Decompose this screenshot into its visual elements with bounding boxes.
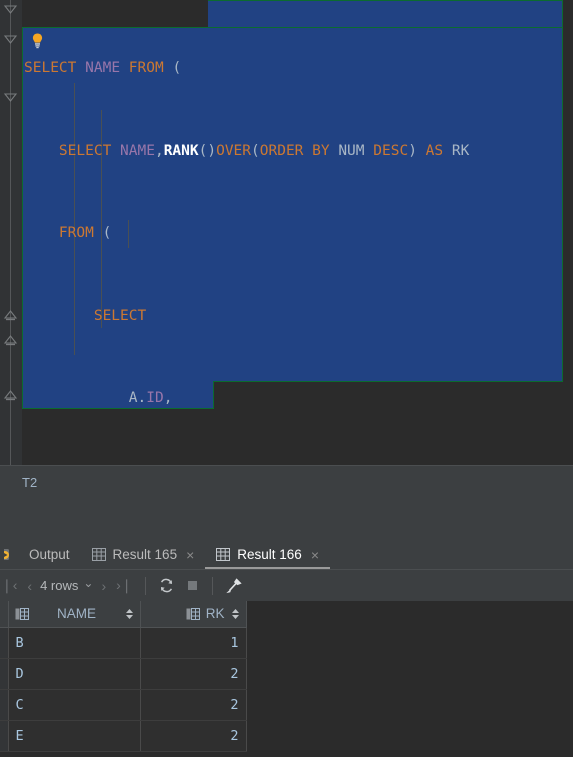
table-row[interactable]: D 2 [0,658,247,690]
row-number-cell[interactable] [0,689,9,721]
sort-toggle-icon[interactable] [125,608,134,620]
toolbar-divider [211,576,213,595]
table-row[interactable]: B 1 [0,627,247,659]
fold-chevron-down-icon[interactable] [2,2,19,19]
fold-end-icon[interactable] [2,333,19,350]
row-count-label: 4 rows [40,578,79,593]
cell-name[interactable]: D [8,658,141,690]
fold-chevron-down-icon[interactable] [2,90,19,107]
code-line: SELECT NAME FROM ( [24,60,182,76]
results-tab-bar[interactable]: Output Result 165 × Result 166 × [0,540,573,569]
cell-rk[interactable]: 1 [140,627,247,659]
tab-result-165[interactable]: Result 165 × [81,540,206,569]
table-row[interactable]: E 2 [0,720,247,752]
column-icon [186,607,200,620]
sql-ide-window: SELECT NAME FROM ( SELECT NAME,RANK()OVE… [0,0,573,757]
run-output-icon [0,547,22,563]
tab-result-166[interactable]: Result 166 × [205,540,330,569]
column-header-name[interactable]: NAME [8,601,141,628]
fold-chevron-down-icon[interactable] [2,32,19,49]
close-icon[interactable]: × [184,548,194,562]
next-page-button[interactable]: › [96,573,111,599]
result-table: NAME RK B 1 D 2 C 2 E 2 [0,601,247,752]
chevron-down-icon: ⌄ [83,575,94,590]
cell-rk[interactable]: 2 [140,658,247,690]
code-line: A.ID, [128,390,173,406]
code-line: SELECT [93,307,147,324]
fold-end-icon[interactable] [2,308,19,325]
editor-code-text[interactable]: SELECT NAME FROM ( SELECT NAME,RANK()OVE… [22,0,573,465]
cell-name[interactable]: B [8,627,141,659]
first-page-button[interactable]: ❘‹ [0,573,22,599]
table-header-row: NAME RK [0,601,247,628]
code-line: FROM ( [58,225,112,241]
last-page-button[interactable]: ›❘ [111,573,137,599]
pin-tab-button[interactable] [220,573,248,599]
row-count-selector[interactable]: 4 rows ⌄ [37,575,96,594]
column-icon [15,607,29,620]
cell-rk[interactable]: 2 [140,720,247,752]
panel-spacer [0,498,573,540]
table-row[interactable]: C 2 [0,689,247,721]
sql-editor[interactable]: SELECT NAME FROM ( SELECT NAME,RANK()OVE… [0,0,573,465]
row-number-cell[interactable] [0,658,9,690]
row-number-cell[interactable] [0,627,9,659]
table-grid-icon [216,548,231,561]
previous-page-button[interactable]: ‹ [22,573,37,599]
row-number-cell[interactable] [0,720,9,752]
result-toolbar[interactable]: ❘‹ ‹ 4 rows ⌄ › ›❘ [0,569,573,601]
editor-gutter[interactable] [0,0,22,465]
refresh-button[interactable] [153,573,180,599]
code-line: SELECT NAME,RANK()OVER(ORDER BY NUM DESC… [58,142,470,159]
tab-result-166-label: Result 166 [237,547,302,562]
close-icon[interactable]: × [309,548,319,562]
toolbar-divider [144,576,146,595]
column-header-name-label: NAME [56,606,96,622]
lightbulb-icon[interactable] [29,32,46,49]
row-number-header[interactable] [0,601,9,628]
stop-button[interactable] [180,573,205,599]
breadcrumb-item[interactable]: T2 [22,475,37,490]
column-header-rk[interactable]: RK [140,601,247,628]
tab-output-label: Output [29,547,70,562]
breadcrumb[interactable]: T2 [0,465,573,498]
cell-name[interactable]: E [8,720,141,752]
table-grid-icon [91,548,106,561]
tab-result-165-label: Result 165 [112,547,178,562]
tab-output[interactable]: Output [0,540,81,569]
cell-rk[interactable]: 2 [140,689,247,721]
column-header-rk-label: RK [205,606,225,622]
fold-end-icon[interactable] [2,388,19,405]
cell-name[interactable]: C [8,689,141,721]
result-grid[interactable]: NAME RK B 1 D 2 C 2 E 2 [0,601,573,757]
sort-toggle-icon[interactable] [231,608,240,620]
